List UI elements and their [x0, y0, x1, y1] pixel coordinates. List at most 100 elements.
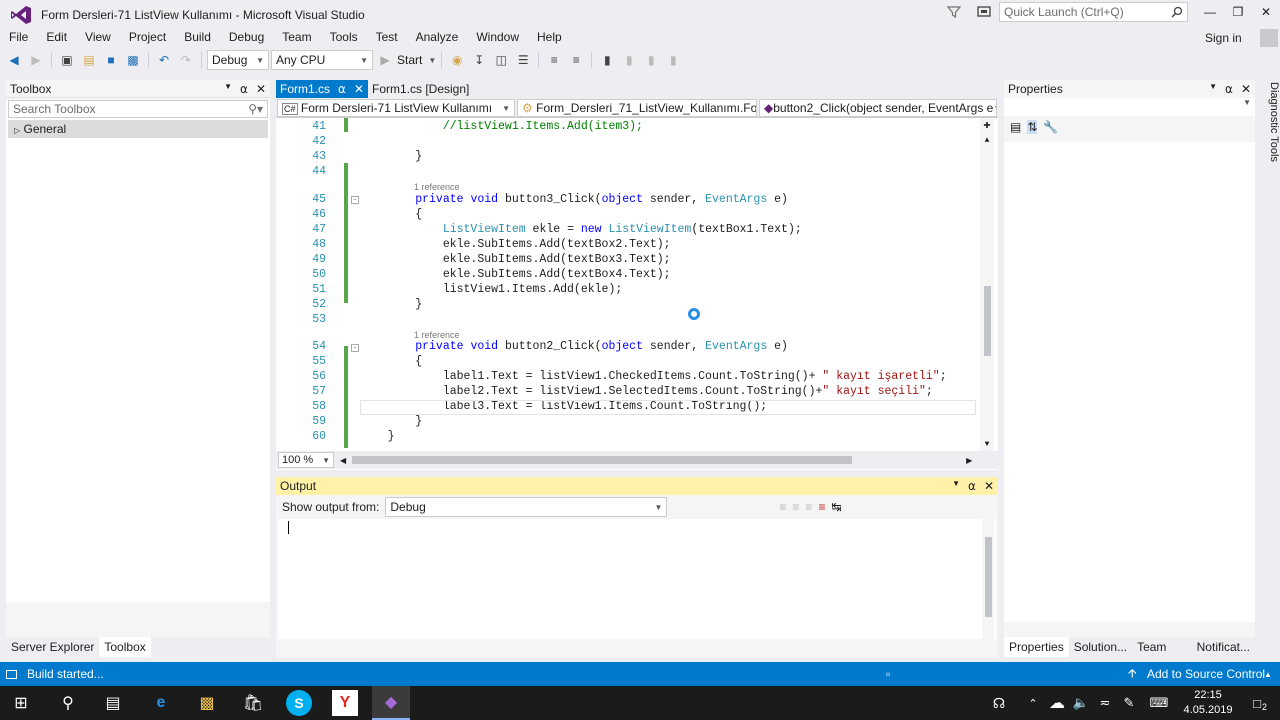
collapse-icon[interactable]: -	[351, 344, 359, 353]
tab-solution[interactable]: Solution...	[1069, 637, 1132, 657]
close-icon[interactable]: ✕	[256, 82, 266, 96]
pin-icon[interactable]: ⍺	[1225, 82, 1233, 96]
volume-icon[interactable]: 🔈	[1068, 690, 1094, 716]
categorized-icon[interactable]: ▤	[1010, 120, 1021, 134]
clear-all-icon[interactable]: ≡	[818, 500, 825, 514]
chevron-down-icon[interactable]: ▼	[952, 479, 960, 493]
menu-team[interactable]: Team	[273, 29, 320, 47]
next-message-icon[interactable]: ≡	[805, 500, 812, 514]
visual-studio-taskbar-icon[interactable]: ◆	[372, 686, 410, 720]
horizontal-scrollbar[interactable]	[352, 456, 960, 464]
alphabetical-icon[interactable]: ⇅	[1027, 120, 1038, 134]
scroll-down-icon[interactable]: ▼	[980, 440, 994, 449]
redo-icon[interactable]: ↷	[176, 50, 196, 70]
word-wrap-icon[interactable]: ↹	[831, 500, 841, 514]
edge-browser-icon[interactable]: e	[148, 690, 174, 716]
bookmark-icon[interactable]: ▮	[597, 50, 617, 70]
menu-window[interactable]: Window	[467, 29, 528, 47]
horizontal-scroll-thumb[interactable]	[352, 456, 853, 464]
toolbox-group-general[interactable]: ▷ General	[8, 120, 268, 138]
menu-tools[interactable]: Tools	[321, 29, 367, 47]
browser-link-icon[interactable]: ◉	[447, 50, 467, 70]
close-button[interactable]: ✕	[1252, 0, 1280, 24]
find-message-icon[interactable]: ≡	[779, 500, 786, 514]
tab-toolbox[interactable]: Toolbox	[99, 637, 151, 657]
pin-icon[interactable]: ⍺	[240, 82, 248, 96]
output-scroll-thumb[interactable]	[985, 537, 992, 617]
split-icon[interactable]: ✚	[980, 118, 994, 132]
scroll-right-icon[interactable]: ▶	[966, 456, 972, 465]
menu-project[interactable]: Project	[120, 29, 175, 47]
wifi-icon[interactable]: ≂	[1092, 690, 1118, 716]
tab-notifications[interactable]: Notificat...	[1192, 637, 1255, 657]
menu-edit[interactable]: Edit	[37, 29, 76, 47]
forward-icon[interactable]: ▶	[26, 50, 46, 70]
start-dropdown-icon[interactable]: ▼	[428, 56, 436, 65]
feedback-icon[interactable]	[975, 4, 993, 20]
quick-launch-input[interactable]: Quick Launch (Ctrl+Q)	[999, 2, 1188, 22]
menu-help[interactable]: Help	[528, 29, 571, 47]
tab-server-explorer[interactable]: Server Explorer	[6, 637, 99, 657]
file-explorer-icon[interactable]: ▩	[194, 690, 220, 716]
step-into-icon[interactable]: ↧	[469, 50, 489, 70]
save-all-icon[interactable]: ▩	[123, 50, 143, 70]
layout-icon[interactable]: ◫	[491, 50, 511, 70]
solution-platform-select[interactable]: Any CPU ▼	[271, 50, 373, 70]
search-icon[interactable]: ⚲	[55, 690, 81, 716]
output-text-area[interactable]	[278, 519, 996, 639]
menu-debug[interactable]: Debug	[220, 29, 273, 47]
yandex-browser-icon[interactable]: Y	[332, 690, 358, 716]
task-view-icon[interactable]: ▤	[100, 690, 126, 716]
clock[interactable]: 22:15 4.05.2019	[1180, 688, 1236, 718]
indent-icon[interactable]: ≡	[544, 50, 564, 70]
tab-form1-design[interactable]: Form1.cs [Design]	[368, 80, 473, 98]
start-play-icon[interactable]: ▶	[375, 50, 395, 70]
prev-bookmark-icon[interactable]: ▮	[619, 50, 639, 70]
diagnostic-tools-tab[interactable]: Diagnostic Tools	[1258, 80, 1280, 170]
pin-icon[interactable]: ⍺	[338, 80, 346, 98]
menu-analyze[interactable]: Analyze	[407, 29, 468, 47]
people-icon[interactable]: ☊	[986, 690, 1012, 716]
tray-chevron-icon[interactable]: ⌃	[1020, 690, 1046, 716]
undo-icon[interactable]: ↶	[154, 50, 174, 70]
scroll-left-icon[interactable]: ◀	[340, 456, 346, 465]
maximize-button[interactable]: ❐	[1224, 0, 1252, 24]
zoom-select[interactable]: 100 % ▼	[278, 452, 334, 468]
new-project-icon[interactable]: ▣	[57, 50, 77, 70]
minimize-button[interactable]: —	[1196, 0, 1224, 24]
add-to-source-control-button[interactable]: Add to Source Control	[1147, 667, 1265, 681]
back-icon[interactable]: ◀	[4, 50, 24, 70]
tab-form1-cs[interactable]: Form1.cs ⍺ ✕	[276, 80, 368, 98]
output-source-select[interactable]: Debug ▼	[385, 497, 668, 517]
close-icon[interactable]: ✕	[984, 479, 994, 493]
windows-start-icon[interactable]: ⊞	[8, 690, 34, 716]
project-select[interactable]: C# Form Dersleri-71 ListView Kullanımı ▼	[277, 99, 515, 117]
menu-build[interactable]: Build	[175, 29, 220, 47]
notifications-bell-icon[interactable]: ▫	[886, 667, 890, 681]
pin-icon[interactable]: ⍺	[968, 479, 976, 493]
menu-test[interactable]: Test	[367, 29, 407, 47]
chevron-down-icon[interactable]: ▼	[224, 82, 232, 96]
close-icon[interactable]: ✕	[354, 80, 364, 98]
keyboard-icon[interactable]: ⌨	[1146, 690, 1172, 716]
align-icon[interactable]: ☰	[513, 50, 533, 70]
next-bookmark-icon[interactable]: ▮	[641, 50, 661, 70]
sign-in-link[interactable]: Sign in	[1205, 31, 1242, 45]
onedrive-cloud-icon[interactable]: ☁	[1044, 690, 1070, 716]
class-select[interactable]: ⚙ Form_Dersleri_71_ListView_Kullanımı.Fo…	[517, 99, 757, 117]
start-button[interactable]: Start	[397, 53, 426, 67]
tab-team-explorer[interactable]: Team Ex...	[1132, 637, 1192, 674]
menu-view[interactable]: View	[76, 29, 120, 47]
property-pages-icon[interactable]: 🔧	[1043, 120, 1058, 134]
vertical-scrollbar[interactable]: ✚ ▲ ▼	[980, 118, 994, 451]
filter-icon[interactable]	[946, 4, 962, 20]
scroll-thumb[interactable]	[984, 286, 991, 356]
store-icon[interactable]: 🛍	[240, 690, 266, 716]
skype-icon[interactable]: S	[286, 690, 312, 716]
member-select[interactable]: ◆button2_Click(object sender, EventArgs …	[759, 99, 997, 117]
properties-object-select[interactable]: ▼	[1004, 98, 1255, 116]
code-area[interactable]: 41 //listView1.Items.Add(item3); 42 43 } 44…	[276, 118, 998, 451]
collapse-icon[interactable]: -	[351, 196, 359, 205]
scroll-up-icon[interactable]: ▲	[980, 136, 994, 145]
output-vertical-scrollbar[interactable]	[982, 519, 994, 639]
